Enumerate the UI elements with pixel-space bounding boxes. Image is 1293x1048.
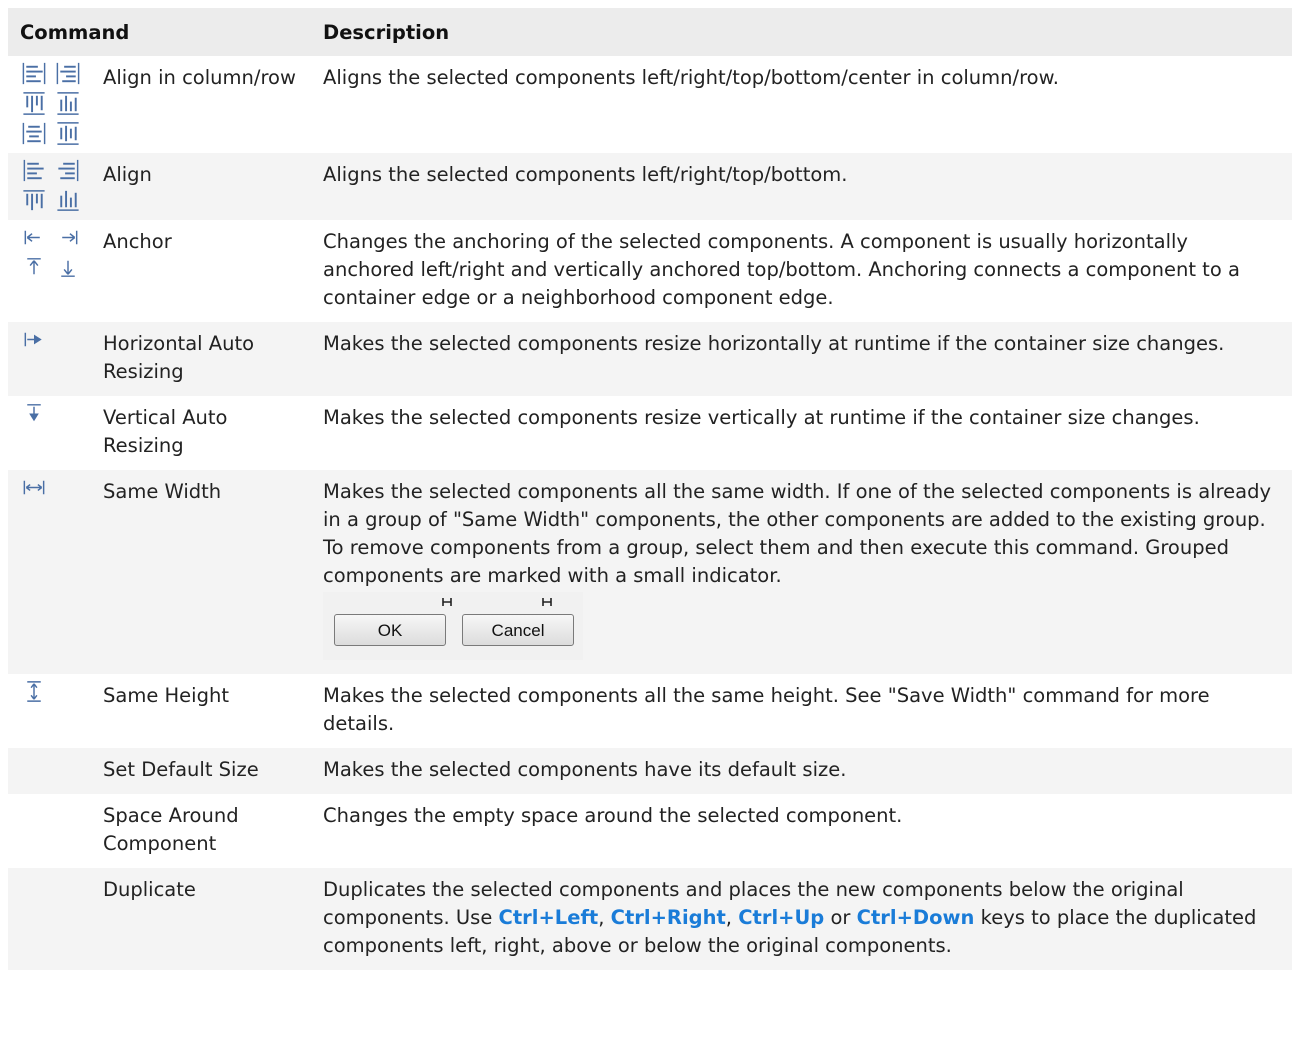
command-icons [8,153,95,220]
shortcut-ctrl-up: Ctrl+Up [738,906,825,929]
command-icons [8,470,95,674]
command-name: Space Around Component [95,794,316,868]
table-row: Align in column/row Aligns the selected … [8,56,1293,153]
same-width-example: OK Cancel [323,592,584,660]
table-header-row: Command Description [8,8,1293,56]
command-description: Makes the selected components resize hor… [315,322,1293,396]
table-row: Vertical Auto Resizing Makes the selecte… [8,396,1293,470]
command-icons [8,868,95,970]
align-bottom-icon [57,190,79,211]
same-width-indicator-icon [542,598,552,606]
table-row: Set Default Size Makes the selected comp… [8,748,1293,794]
command-name: Anchor [95,220,316,322]
align-right-icon [58,159,79,182]
desc-text: or [824,906,857,929]
command-description: Makes the selected components all the sa… [315,674,1293,748]
command-name: Same Width [95,470,316,674]
command-name: Align in column/row [95,56,316,153]
command-name: Same Height [95,674,316,748]
command-icons [8,674,95,748]
command-name: Duplicate [95,868,316,970]
command-name: Set Default Size [95,748,316,794]
command-description: Makes the selected components all the sa… [323,480,1272,587]
table-row: Align Aligns the selected components lef… [8,153,1293,220]
command-description: Changes the anchoring of the selected co… [315,220,1293,322]
shortcut-ctrl-left: Ctrl+Left [498,906,599,929]
command-icons [8,748,95,794]
command-icons [8,220,95,322]
command-name: Vertical Auto Resizing [95,396,316,470]
align-top-icon [23,190,45,211]
command-table: Command Description Align in column/row … [8,8,1293,970]
command-description-cell: Makes the selected components all the sa… [315,470,1293,674]
align-center-in-row-icon [57,122,79,145]
align-top-in-row-icon [23,92,45,115]
same-width-icon [23,480,45,495]
shortcut-ctrl-right: Ctrl+Right [610,906,726,929]
anchor-left-icon [24,230,40,245]
command-name: Align [95,153,316,220]
command-icons [8,322,95,396]
same-width-indicator-icon [442,598,452,606]
align-left-in-column-icon [22,62,46,85]
example-cancel-button[interactable]: Cancel [462,614,575,646]
command-icons [8,56,95,153]
anchor-bottom-icon [61,260,75,277]
command-description: Makes the selected components resize ver… [315,396,1293,470]
desc-text: , [598,906,611,929]
command-description: Duplicates the selected components and p… [315,868,1293,970]
align-left-icon [23,159,44,182]
same-height-icon [27,681,41,702]
table-row: Same Width Makes the selected components… [8,470,1293,674]
align-right-in-column-icon [56,62,80,85]
anchor-right-icon [62,230,78,245]
anchor-top-icon [27,258,41,275]
command-icons [8,794,95,868]
example-ok-button[interactable]: OK [334,614,447,646]
align-center-in-column-icon [22,122,46,145]
header-command: Command [8,8,316,56]
table-row: Anchor Changes the anchoring of the sele… [8,220,1293,322]
command-icons [8,396,95,470]
command-description: Aligns the selected components left/righ… [315,153,1293,220]
desc-text: , [725,906,739,929]
shortcut-ctrl-down: Ctrl+Down [856,906,975,929]
vertical-auto-resize-icon [27,404,41,422]
command-description: Aligns the selected components left/righ… [315,56,1293,153]
header-description: Description [315,8,1293,56]
align-bottom-in-row-icon [57,92,79,115]
command-name: Horizontal Auto Resizing [95,322,316,396]
command-description: Changes the empty space around the selec… [315,794,1293,868]
command-description: Makes the selected components have its d… [315,748,1293,794]
table-row: Space Around Component Changes the empty… [8,794,1293,868]
horizontal-auto-resize-icon [24,332,42,347]
table-row: Duplicate Duplicates the selected compon… [8,868,1293,970]
table-row: Horizontal Auto Resizing Makes the selec… [8,322,1293,396]
table-row: Same Height Makes the selected component… [8,674,1293,748]
